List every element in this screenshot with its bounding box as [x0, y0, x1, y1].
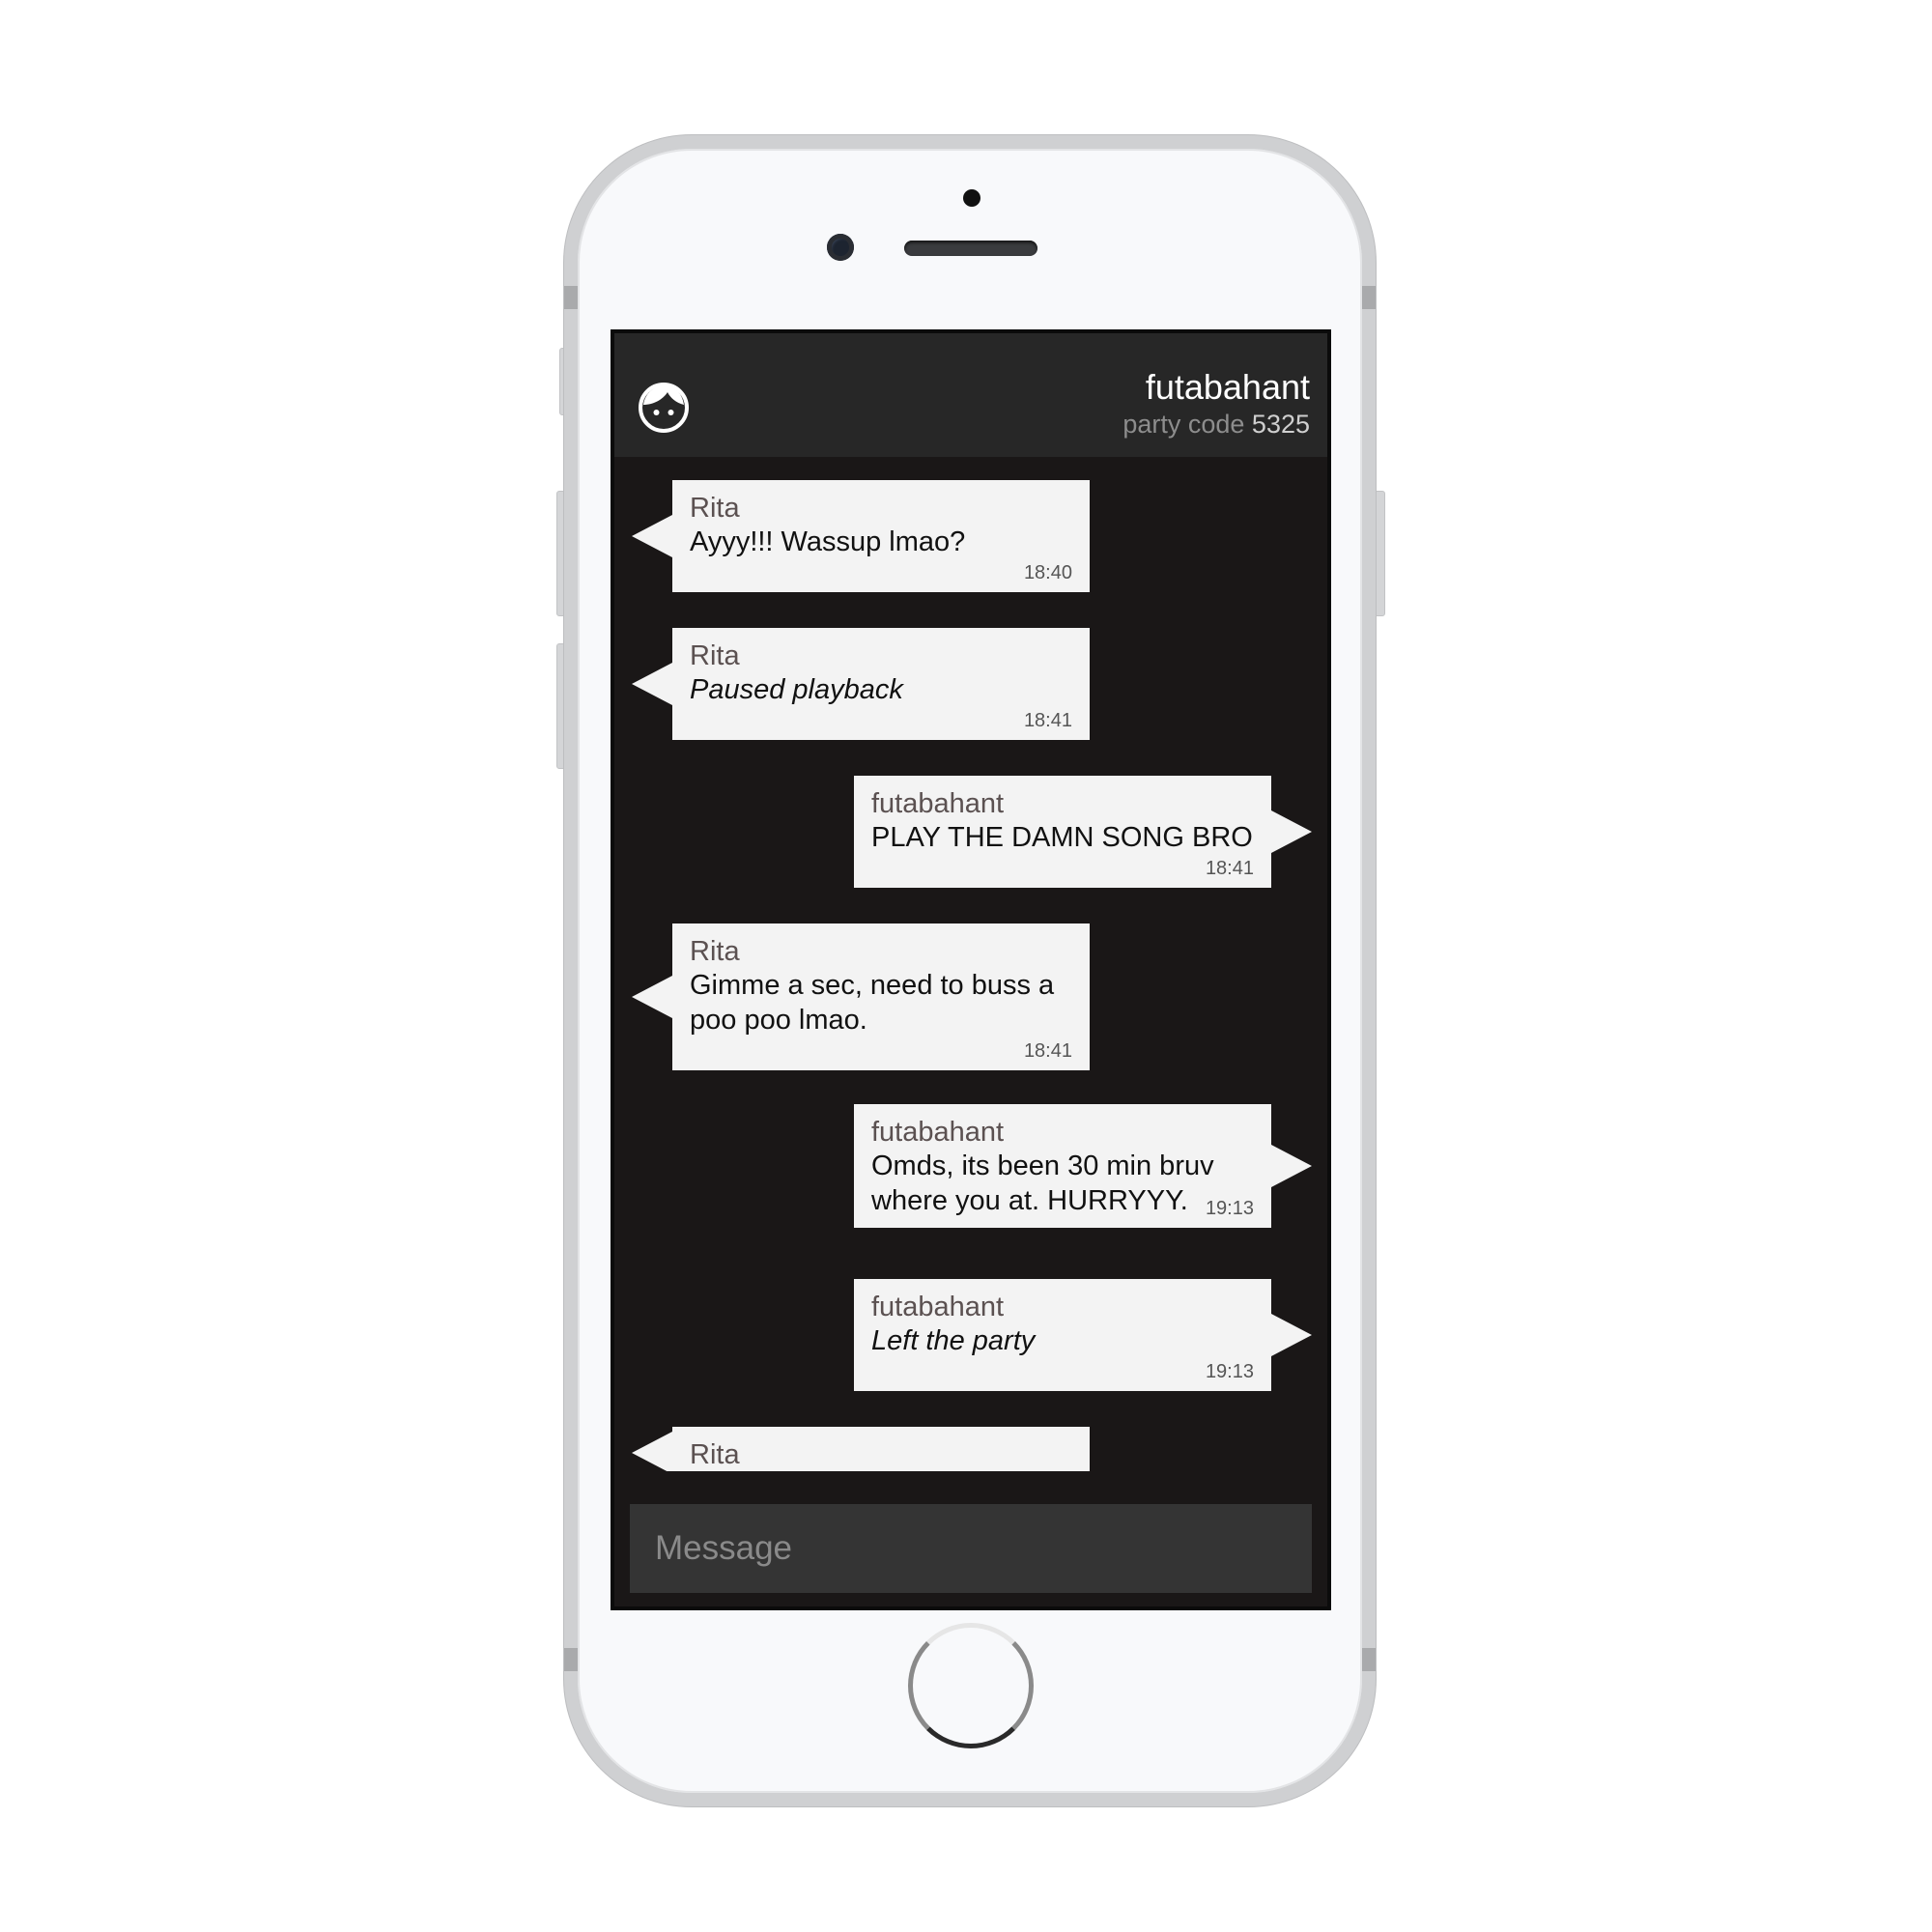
antenna-line [564, 1648, 578, 1671]
message-bubble: futabahant PLAY THE DAMN SONG BRO 18:41 [854, 776, 1312, 888]
message-sender: futabahant [871, 1292, 1005, 1322]
antenna-line [1362, 286, 1376, 309]
message-sender: futabahant [871, 788, 1005, 819]
message-bubble: Rita Paused playback 18:41 [632, 628, 1090, 740]
message-time: 18:41 [1023, 710, 1072, 731]
phone-screen: futabahant party code 5325 Rita Ayyy!!! … [611, 329, 1331, 1610]
message-time: 19:13 [1205, 1361, 1254, 1382]
chat-header: futabahant party code 5325 [614, 333, 1327, 457]
antenna-line [1362, 1648, 1376, 1671]
message-sender: Rita [690, 1439, 740, 1470]
earpiece-speaker [904, 241, 1037, 256]
message-list[interactable]: Rita Ayyy!!! Wassup lmao? 18:40 Rita Pau… [614, 457, 1327, 1471]
antenna-line [564, 286, 578, 309]
message-text: Left the party [871, 1325, 1036, 1356]
message-text: Gimme a sec, need to buss a poo poo lmao… [690, 970, 1055, 1036]
message-sender: Rita [690, 640, 740, 671]
message-sender: Rita [690, 936, 740, 967]
message-sender: Rita [690, 493, 740, 524]
message-time: 18:41 [1205, 858, 1254, 879]
message-text: Ayyy!!! Wassup lmao? [690, 526, 966, 557]
face-icon[interactable] [638, 382, 690, 434]
message-input[interactable] [630, 1504, 1312, 1593]
party-code-value: 5325 [1251, 410, 1310, 439]
message-text: PLAY THE DAMN SONG BRO [871, 822, 1253, 853]
party-code-label: party code [1122, 410, 1245, 439]
message-bubble: futabahant Left the party 19:13 [854, 1279, 1312, 1391]
page-title: futabahant [1145, 367, 1310, 407]
message-bubble: futabahant Omds, its been 30 min bruv wh… [854, 1104, 1312, 1228]
header-text: futabahant party code 5325 [1122, 368, 1310, 440]
message-bubble: Rita Ayyy!!! Wassup lmao? 18:40 [632, 480, 1090, 592]
proximity-sensor [963, 189, 980, 207]
message-sender: futabahant [871, 1117, 1005, 1148]
message-bubble: Rita [632, 1427, 1090, 1471]
front-camera [827, 234, 854, 261]
home-button[interactable] [908, 1623, 1034, 1748]
message-time: 18:41 [1023, 1040, 1072, 1062]
message-composer [630, 1504, 1312, 1593]
party-code: party code 5325 [1122, 409, 1310, 440]
message-time: 18:40 [1023, 562, 1072, 583]
message-text: Paused playback [690, 674, 903, 705]
message-bubble: Rita Gimme a sec, need to buss a poo poo… [632, 923, 1090, 1070]
